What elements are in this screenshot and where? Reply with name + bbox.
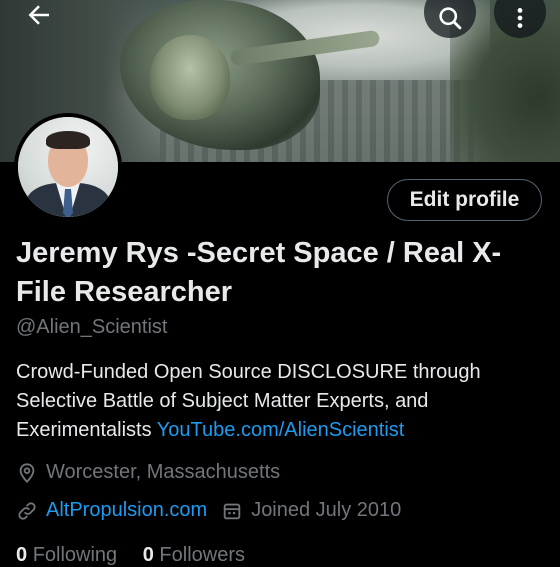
- website-link[interactable]: AltPropulsion.com: [46, 499, 207, 522]
- link-icon: [18, 501, 36, 520]
- back-button[interactable]: [18, 0, 62, 32]
- website-joined-row: AltPropulsion.com Joined July 2010: [16, 499, 401, 522]
- location-pin-icon: [19, 462, 35, 483]
- bio-link[interactable]: YouTube.com/AlienScientist: [157, 419, 405, 441]
- calendar-icon: [223, 503, 241, 519]
- followers-label: Followers: [159, 544, 245, 566]
- avatar-hair: [46, 131, 90, 149]
- edit-profile-button[interactable]: Edit profile: [387, 179, 542, 221]
- profile-avatar[interactable]: [14, 113, 122, 221]
- profile-handle: @Alien_Scientist: [16, 316, 168, 338]
- arrow-left-icon: [28, 5, 49, 25]
- followers-link[interactable]: 0 Followers: [143, 544, 245, 566]
- following-count: 0: [16, 544, 28, 566]
- following-label: Following: [32, 544, 118, 566]
- following-link[interactable]: 0 Following: [16, 544, 117, 566]
- location-text: Worcester, Massachusetts: [46, 461, 281, 483]
- followers-count: 0: [142, 544, 154, 566]
- joined-text: Joined July 2010: [251, 499, 402, 521]
- profile-name: Jeremy Rys -Secret Space / Real X-File R…: [16, 237, 502, 308]
- search-icon: [439, 7, 462, 30]
- more-vertical-icon: [517, 8, 523, 28]
- banner-creature-head: [150, 35, 230, 120]
- location-row: Worcester, Massachusetts: [16, 461, 280, 484]
- profile-bio: Crowd-Funded Open Source DISCLOSURE thro…: [16, 358, 546, 445]
- follow-stats-row: 0 Following 0 Followers: [16, 544, 245, 567]
